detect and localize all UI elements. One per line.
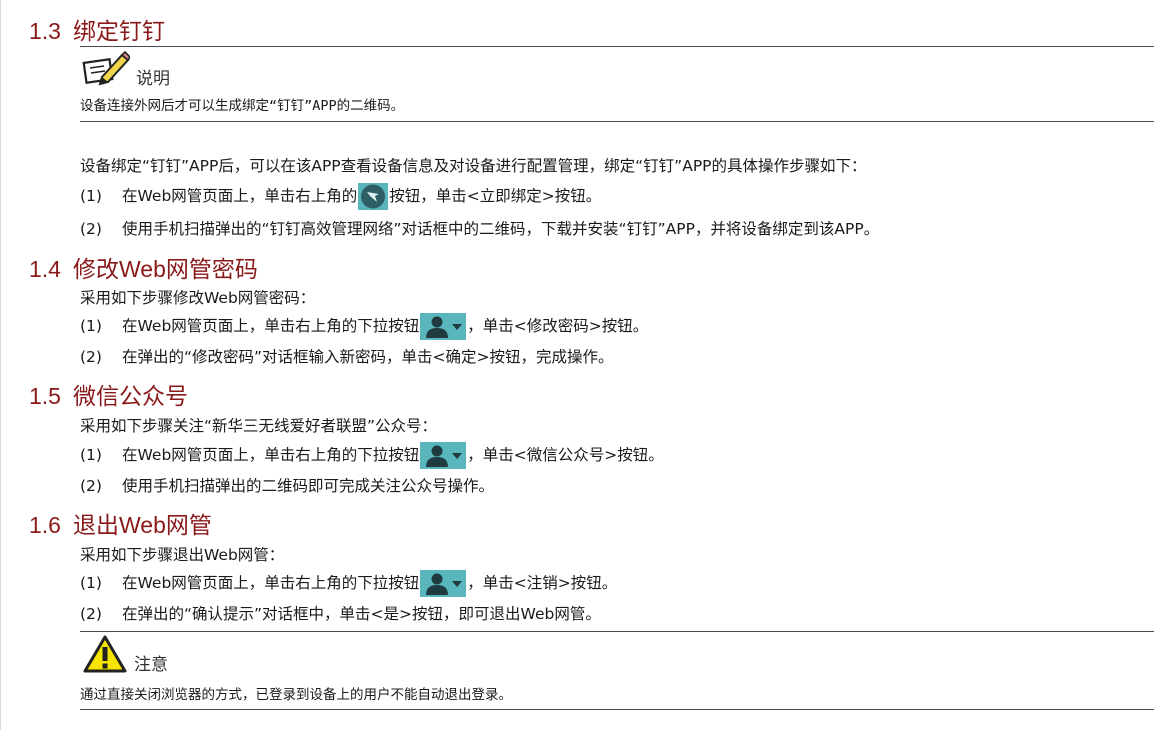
user-dropdown-icon[interactable]	[420, 313, 467, 340]
step-index: (2)	[80, 220, 102, 238]
step-text: 使用手机扫描弹出的二维码即可完成关注公众号操作。	[122, 477, 495, 495]
step-text-before: 在Web网管页面上，单击右上角的	[122, 187, 358, 205]
caution-label: 注意	[134, 654, 168, 675]
note-label: 说明	[136, 68, 170, 89]
section-number: 1.5	[29, 383, 61, 409]
step-text-after: ，单击<注销>按钮。	[467, 574, 618, 592]
caution-header: 注意	[82, 634, 168, 678]
step-text-before: 在Web网管页面上，单击右上角的下拉按钮	[122, 574, 420, 592]
section-intro: 设备绑定“钉钉”APP后，可以在该APP查看设备信息及对设备进行配置管理，绑定“…	[80, 157, 867, 175]
dingtalk-icon[interactable]	[358, 183, 389, 210]
document: 1.3 绑定钉钉 说明 设备连接外网后才可以生成绑定“钉钉”APP的二维码。 设备…	[0, 0, 1154, 730]
step-text-after: ，单击<修改密码>按钮。	[467, 317, 649, 335]
section-intro: 采用如下步骤关注“新华三无线爱好者联盟”公众号：	[80, 417, 438, 435]
step-text: 使用手机扫描弹出的“钉钉高效管理网络”对话框中的二维码，下载并安装“钉钉”APP…	[122, 220, 880, 238]
step-index: (1)	[80, 574, 102, 592]
step-text-before: 在Web网管页面上，单击右上角的下拉按钮	[122, 317, 420, 335]
caution-bottom-rule	[80, 709, 1154, 710]
section-number: 1.4	[29, 256, 61, 282]
section-title: 微信公众号	[72, 383, 188, 409]
step-1: (1) 在Web网管页面上，单击右上角的下拉按钮 ，单击<微信公众号>按钮。	[80, 442, 664, 469]
step-2: (2) 在弹出的“修改密码”对话框输入新密码，单击<确定>按钮，完成操作。	[80, 344, 614, 370]
note-header: 说明	[82, 50, 170, 90]
step-text: 在弹出的“修改密码”对话框输入新密码，单击<确定>按钮，完成操作。	[122, 348, 614, 366]
step-index: (1)	[80, 187, 102, 205]
section-heading-1-3: 1.3 绑定钉钉	[29, 12, 165, 44]
note-text: 设备连接外网后才可以生成绑定“钉钉”APP的二维码。	[80, 98, 405, 114]
step-index: (2)	[80, 477, 102, 495]
warning-triangle-icon	[82, 634, 128, 678]
step-text-after: ，单击<微信公众号>按钮。	[467, 446, 664, 464]
section-heading-1-6: 1.6 退出Web网管	[29, 506, 212, 538]
step-2: (2) 使用手机扫描弹出的“钉钉高效管理网络”对话框中的二维码，下载并安装“钉钉”…	[80, 216, 879, 242]
section-number: 1.6	[29, 512, 61, 538]
user-dropdown-icon[interactable]	[420, 442, 467, 469]
note-bottom-rule	[80, 121, 1154, 122]
section-intro: 采用如下步骤修改Web网管密码：	[80, 289, 316, 307]
section-title: 修改Web网管密码	[72, 256, 258, 282]
note-top-rule	[80, 46, 1154, 47]
step-index: (1)	[80, 446, 102, 464]
note-pencil-icon	[82, 50, 132, 90]
step-index: (1)	[80, 317, 102, 335]
caution-top-rule	[80, 631, 1154, 632]
section-heading-1-4: 1.4 修改Web网管密码	[29, 250, 258, 282]
section-intro: 采用如下步骤退出Web网管：	[80, 546, 285, 564]
step-text-before: 在Web网管页面上，单击右上角的下拉按钮	[122, 446, 420, 464]
step-index: (2)	[80, 605, 102, 623]
step-1: (1) 在Web网管页面上，单击右上角的下拉按钮 ，单击<注销>按钮。	[80, 570, 617, 597]
caution-text: 通过直接关闭浏览器的方式，已登录到设备上的用户不能自动退出登录。	[80, 687, 512, 703]
section-title: 退出Web网管	[72, 512, 212, 538]
step-text-after: 按钮，单击<立即绑定>按钮。	[389, 187, 602, 205]
section-title: 绑定钉钉	[72, 18, 165, 44]
step-index: (2)	[80, 348, 102, 366]
section-number: 1.3	[29, 18, 61, 44]
user-dropdown-icon[interactable]	[420, 570, 467, 597]
step-1: (1) 在Web网管页面上，单击右上角的下拉按钮 ，单击<修改密码>按钮。	[80, 313, 648, 340]
step-text: 在弹出的“确认提示”对话框中，单击<是>按钮，即可退出Web网管。	[122, 605, 601, 623]
section-heading-1-5: 1.5 微信公众号	[29, 377, 188, 409]
step-2: (2) 在弹出的“确认提示”对话框中，单击<是>按钮，即可退出Web网管。	[80, 601, 601, 627]
step-1: (1) 在Web网管页面上，单击右上角的 按钮，单击<立即绑定>按钮。	[80, 183, 601, 210]
step-2: (2) 使用手机扫描弹出的二维码即可完成关注公众号操作。	[80, 473, 494, 499]
